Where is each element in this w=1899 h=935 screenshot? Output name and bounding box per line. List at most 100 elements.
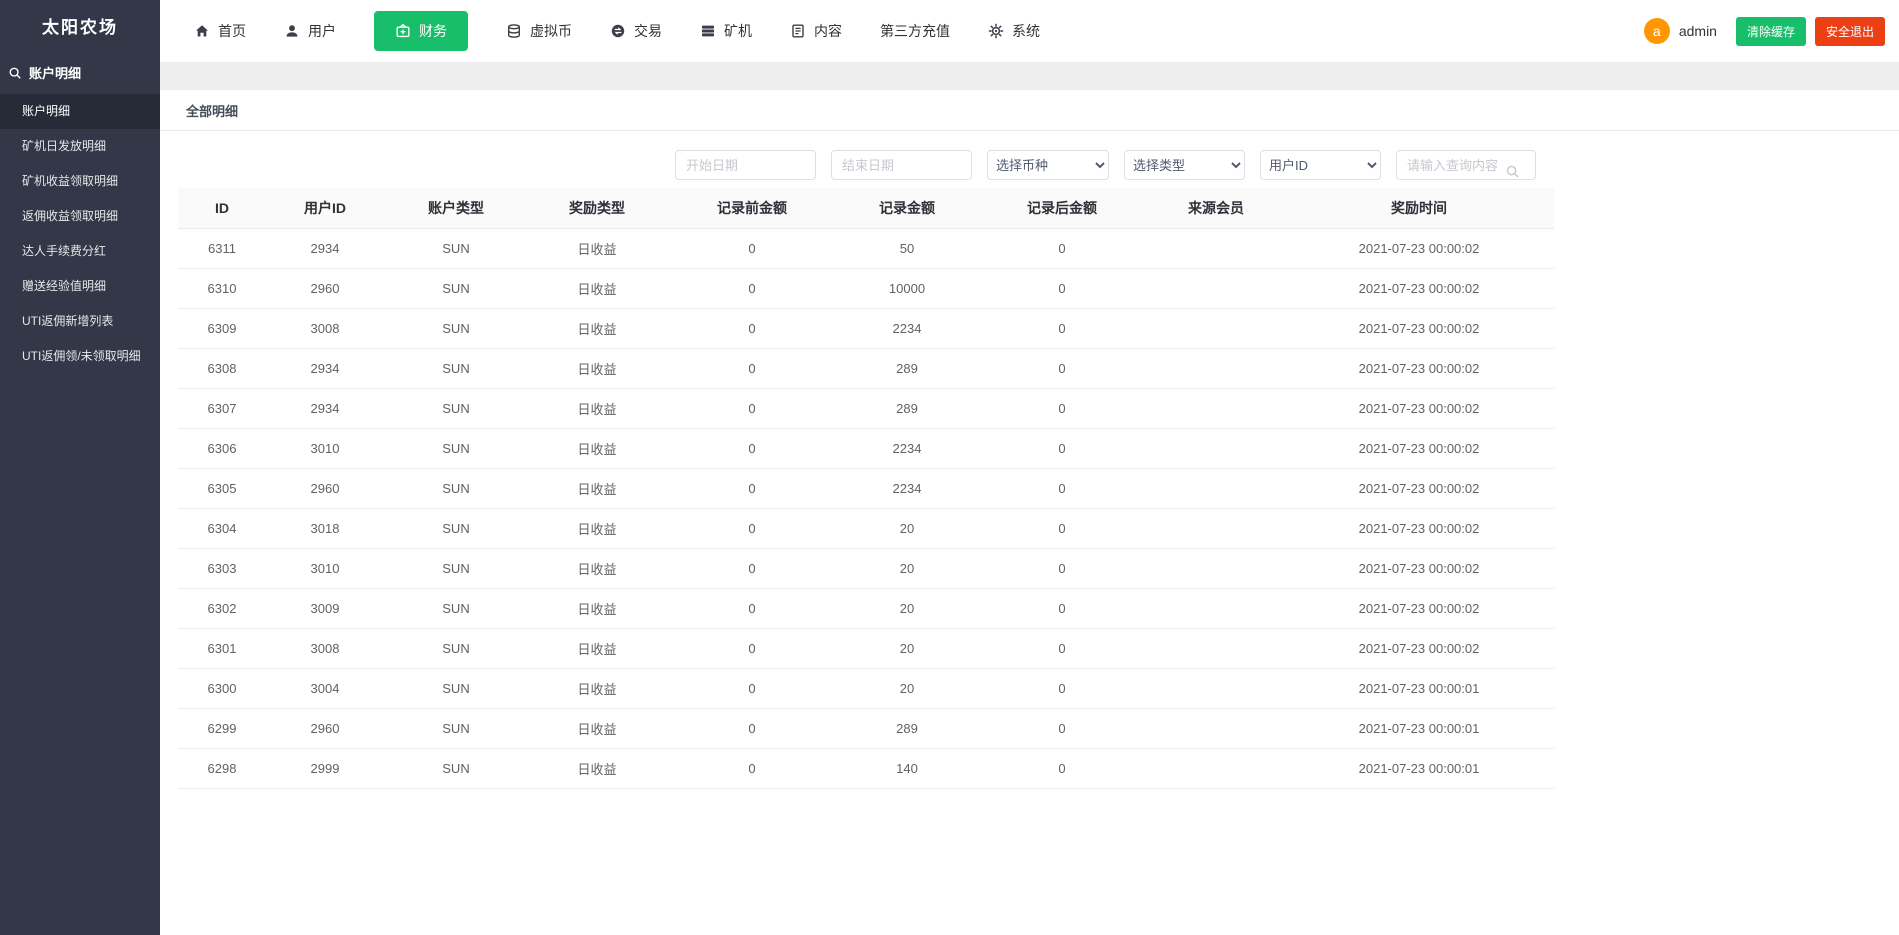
table-cell: 日收益 xyxy=(528,668,666,709)
search-icon xyxy=(8,66,22,80)
table-cell xyxy=(1148,508,1284,549)
logout-button[interactable]: 安全退出 xyxy=(1814,16,1885,46)
user-icon xyxy=(284,23,300,39)
sidebar-item-rebate-income-claim[interactable]: 返佣收益领取明细 xyxy=(0,199,160,234)
nav-virtual-coin[interactable]: 虚拟币 xyxy=(506,21,572,41)
table-cell: 3009 xyxy=(266,588,384,629)
table-row: 6303 3010 SUN 日收益 0 20 0 2021-07-23 00:00:02 xyxy=(178,548,1554,589)
table-header-cell: ID xyxy=(178,188,266,229)
avatar[interactable]: a xyxy=(1643,18,1670,44)
table-row: 6310 2960 SUN 日收益 0 10000 0 2021-07-23 00:00:02 xyxy=(178,268,1554,309)
table-cell: SUN xyxy=(384,348,528,389)
nav-users[interactable]: 用户 xyxy=(284,21,336,41)
home-icon xyxy=(194,23,210,39)
table-cell: 289 xyxy=(838,708,976,749)
table-row: 6301 3008 SUN 日收益 0 20 0 2021-07-23 00:00:02 xyxy=(178,628,1554,669)
sidebar-item-uti-rebate-claim-detail[interactable]: UTI返佣领/未领取明细 xyxy=(0,339,160,374)
nav-home[interactable]: 首页 xyxy=(194,21,246,41)
nav-trade[interactable]: 交易 xyxy=(610,21,662,41)
table-cell: 0 xyxy=(666,708,838,749)
table-cell: 0 xyxy=(976,708,1148,749)
table-cell xyxy=(1148,388,1284,429)
table-cell: 3008 xyxy=(266,628,384,669)
table-cell: 140 xyxy=(838,748,976,789)
gear-icon xyxy=(988,23,1004,39)
table-cell: 6305 xyxy=(178,468,266,509)
table-cell: 0 xyxy=(666,268,838,309)
table-cell xyxy=(1148,588,1284,629)
nav-virtual-coin-label: 虚拟币 xyxy=(530,23,572,39)
coin-icon xyxy=(506,23,522,39)
table-cell xyxy=(1148,628,1284,669)
table-cell: 2021-07-23 00:00:01 xyxy=(1284,668,1554,709)
sidebar-section-header[interactable]: 账户明细 xyxy=(0,57,160,92)
table-cell: 日收益 xyxy=(528,268,666,309)
sidebar-item-gift-exp-detail[interactable]: 赠送经验值明细 xyxy=(0,269,160,304)
tab-all-details[interactable]: 全部明细 xyxy=(186,101,238,120)
table-cell: 2021-07-23 00:00:01 xyxy=(1284,748,1554,789)
type-select[interactable]: 选择类型 xyxy=(1124,150,1245,180)
table-cell: 0 xyxy=(976,548,1148,589)
table-cell: 0 xyxy=(976,268,1148,309)
start-date-input[interactable] xyxy=(675,150,816,180)
table-cell xyxy=(1148,748,1284,789)
sidebar-item-miner-income-claim[interactable]: 矿机收益领取明细 xyxy=(0,164,160,199)
table-cell: 0 xyxy=(976,628,1148,669)
table-cell xyxy=(1148,308,1284,349)
nav-finance[interactable]: 财务 xyxy=(374,11,468,51)
table-cell: 3010 xyxy=(266,428,384,469)
nav-miner[interactable]: 矿机 xyxy=(700,21,752,41)
table-row: 6306 3010 SUN 日收益 0 2234 0 2021-07-23 00:00:02 xyxy=(178,428,1554,469)
topnav-right: a admin 清除缓存 安全退出 xyxy=(1643,16,1885,46)
table-cell xyxy=(1148,348,1284,389)
clear-cache-button[interactable]: 清除缓存 xyxy=(1735,16,1806,46)
table-cell: SUN xyxy=(384,508,528,549)
table-cell: 0 xyxy=(666,308,838,349)
table-cell xyxy=(1148,268,1284,309)
table-cell: 2234 xyxy=(838,468,976,509)
table-cell: 2021-07-23 00:00:02 xyxy=(1284,428,1554,469)
sidebar-item-uti-rebate-new-list[interactable]: UTI返佣新增列表 xyxy=(0,304,160,339)
content-icon xyxy=(790,23,806,39)
table-cell: 0 xyxy=(666,428,838,469)
search-icon[interactable] xyxy=(1506,157,1528,178)
trade-icon xyxy=(610,23,626,39)
nav-system[interactable]: 系统 xyxy=(988,21,1040,41)
table-cell: 2021-07-23 00:00:02 xyxy=(1284,548,1554,589)
table-cell: 6311 xyxy=(178,228,266,269)
table-cell: 2960 xyxy=(266,268,384,309)
sidebar-item-expert-fee-dividend[interactable]: 达人手续费分红 xyxy=(0,234,160,269)
table-cell: 3008 xyxy=(266,308,384,349)
sidebar-menu: 账户明细 矿机日发放明细 矿机收益领取明细 返佣收益领取明细 达人手续费分红 赠… xyxy=(0,94,160,374)
nav-third-party-recharge[interactable]: 第三方充值 xyxy=(880,21,950,41)
table-cell: 2234 xyxy=(838,308,976,349)
end-date-input[interactable] xyxy=(831,150,972,180)
table-cell: 20 xyxy=(838,628,976,669)
sidebar-item-miner-daily-release[interactable]: 矿机日发放明细 xyxy=(0,129,160,164)
table-cell: 日收益 xyxy=(528,388,666,429)
table-cell: 20 xyxy=(838,548,976,589)
table-cell: 0 xyxy=(976,588,1148,629)
table-cell: 0 xyxy=(666,228,838,269)
table-cell: 0 xyxy=(976,308,1148,349)
userid-select[interactable]: 用户ID xyxy=(1260,150,1381,180)
table-cell: 50 xyxy=(838,228,976,269)
table-cell: SUN xyxy=(384,268,528,309)
filters-bar: 选择币种 选择类型 用户ID xyxy=(178,150,1536,180)
table-cell: SUN xyxy=(384,228,528,269)
table-cell: 日收益 xyxy=(528,428,666,469)
nav-content[interactable]: 内容 xyxy=(790,21,842,41)
table-cell xyxy=(1148,228,1284,269)
table-cell: 日收益 xyxy=(528,308,666,349)
content-panel: 全部明细 选择币种 选择类型 用户ID xyxy=(160,90,1899,935)
sidebar-item-account-detail[interactable]: 账户明细 xyxy=(0,94,160,129)
nav-users-label: 用户 xyxy=(308,23,336,39)
table-cell: 20 xyxy=(838,668,976,709)
table-row: 6308 2934 SUN 日收益 0 289 0 2021-07-23 00:00:02 xyxy=(178,348,1554,389)
table-cell: SUN xyxy=(384,468,528,509)
table-cell: SUN xyxy=(384,588,528,629)
table-cell: 6309 xyxy=(178,308,266,349)
nav-trade-label: 交易 xyxy=(634,23,662,39)
coin-select[interactable]: 选择币种 xyxy=(987,150,1109,180)
table-cell xyxy=(1148,428,1284,469)
